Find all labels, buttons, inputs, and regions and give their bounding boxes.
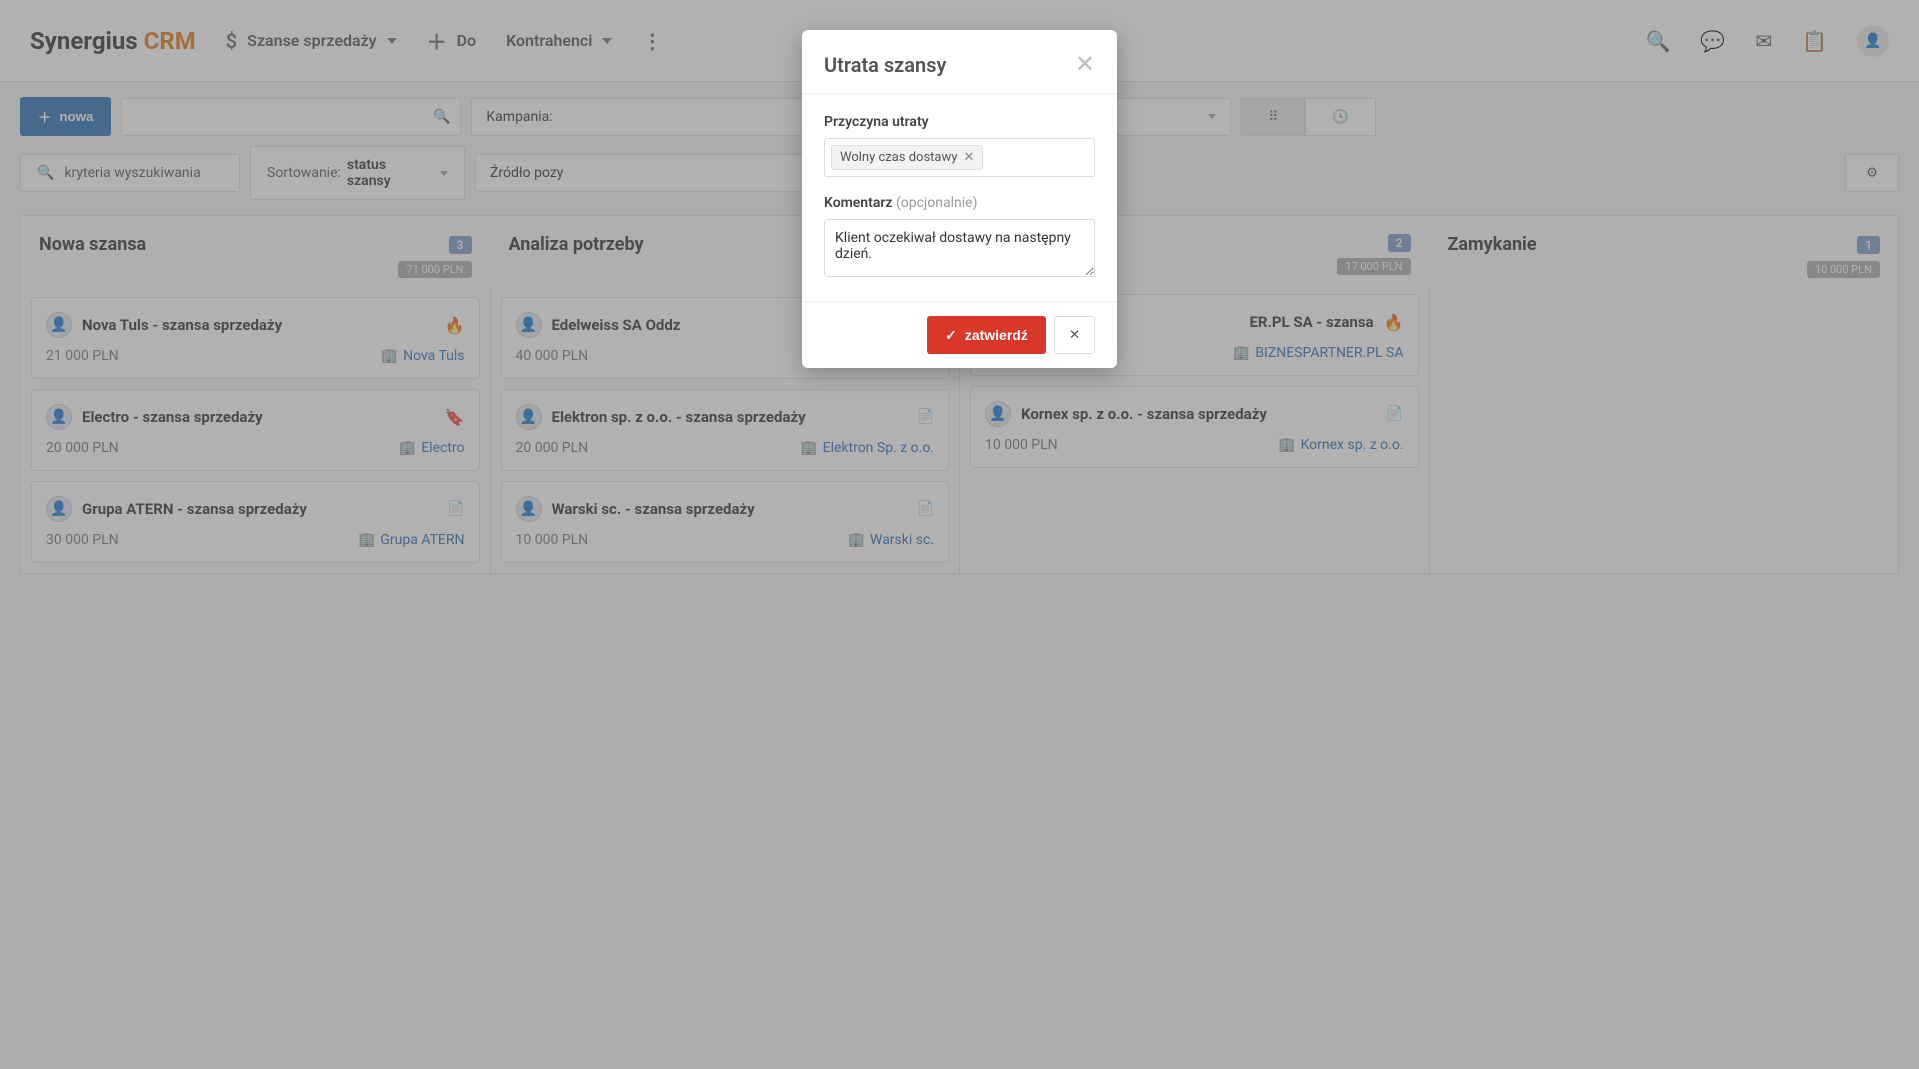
comment-optional: (opcjonalnie) [896,195,977,211]
remove-tag-button[interactable]: ✕ [963,150,974,165]
comment-label: Komentarz (opcjonalnie) [824,195,1095,211]
reason-label: Przyczyna utraty [824,114,1095,130]
loss-reason-modal: Utrata szansy ✕ Przyczyna utraty Wolny c… [802,30,1117,368]
check-icon: ✓ [945,327,957,344]
comment-label-text: Komentarz [824,195,892,211]
modal-header: Utrata szansy ✕ [802,30,1117,94]
confirm-button-label: zatwierdź [965,327,1028,343]
confirm-button[interactable]: ✓ zatwierdź [927,316,1046,354]
reason-input[interactable]: Wolny czas dostawy ✕ [824,138,1095,177]
cancel-button[interactable]: ✕ [1054,316,1095,354]
modal-body: Przyczyna utraty Wolny czas dostawy ✕ Ko… [802,94,1117,301]
modal-overlay: Utrata szansy ✕ Przyczyna utraty Wolny c… [0,0,1919,1069]
comment-textarea[interactable] [824,219,1095,277]
modal-footer: ✓ zatwierdź ✕ [802,301,1117,368]
reason-tag-label: Wolny czas dostawy [840,150,957,165]
reason-tag: Wolny czas dostawy ✕ [831,145,983,170]
modal-title: Utrata szansy [824,53,946,77]
close-icon: ✕ [1075,51,1095,78]
close-icon: ✕ [1069,327,1080,342]
close-button[interactable]: ✕ [1075,50,1095,79]
